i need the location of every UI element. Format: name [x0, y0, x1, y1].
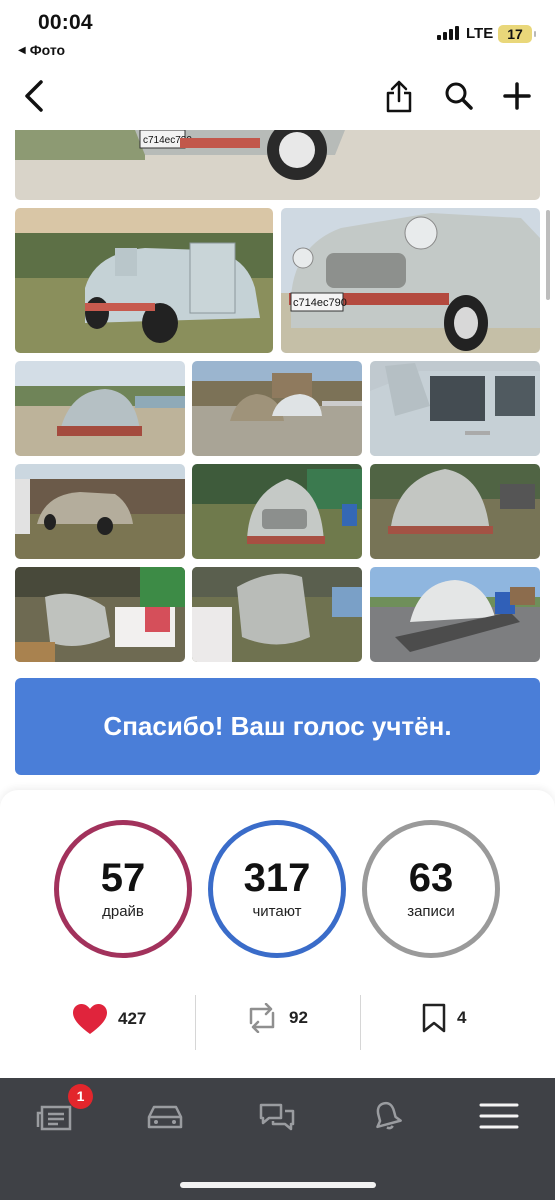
repost-count: 92: [289, 1008, 308, 1027]
bell-icon: [376, 1101, 402, 1130]
chat-icon: [259, 1103, 295, 1131]
stat-drive-value: 57: [100, 856, 146, 900]
status-bar: 00:04 ◀ Фото LTE 17: [0, 0, 555, 64]
divider: [360, 995, 361, 1050]
nav-bar: [0, 64, 555, 130]
share-icon: [386, 80, 412, 113]
stat-readers[interactable]: 317 читают: [208, 820, 346, 958]
photo-car-rear-lake[interactable]: [15, 361, 185, 456]
actions-row: 427 92 4: [0, 995, 555, 1050]
photo-car-front-partial[interactable]: с714ес790: [15, 130, 540, 200]
signal-icon: [437, 26, 459, 40]
photo-car-open-hood[interactable]: [370, 361, 540, 456]
notification-badge: 1: [68, 1084, 93, 1109]
search-icon: [445, 82, 473, 110]
tab-notifications[interactable]: [357, 1096, 417, 1136]
back-to-app-link[interactable]: ◀ Фото: [18, 42, 65, 58]
scrollbar[interactable]: [546, 210, 550, 300]
network-type: LTE: [466, 25, 494, 42]
photo-car-old-yard[interactable]: [15, 464, 185, 559]
home-indicator[interactable]: [180, 1182, 376, 1188]
add-button[interactable]: [497, 76, 537, 116]
photo-car-tow-truck[interactable]: [370, 567, 540, 662]
repost-button[interactable]: 92: [245, 1003, 308, 1033]
battery-indicator: 17: [498, 25, 536, 43]
back-app-label: Фото: [29, 42, 66, 58]
photo-car-front-close[interactable]: с714ес790: [281, 208, 540, 353]
like-count: 427: [118, 1009, 147, 1028]
like-button[interactable]: 427: [72, 1003, 146, 1035]
bookmark-icon: [422, 1003, 446, 1033]
photo-car-body-front[interactable]: [192, 567, 362, 662]
bookmark-button[interactable]: 4: [421, 1003, 466, 1033]
plus-icon: [503, 82, 531, 110]
feed-icon: [36, 1105, 72, 1131]
vote-confirmation-banner: Спасибо! Ваш голос учтён.: [15, 678, 540, 775]
car-icon: [147, 1105, 183, 1129]
photo-two-cars[interactable]: [192, 361, 362, 456]
stat-posts[interactable]: 63 записи: [362, 820, 500, 958]
stat-drive[interactable]: 57 драйв: [54, 820, 192, 958]
photo-car-doors-open[interactable]: [15, 208, 273, 353]
plate-text: с714ес790: [293, 297, 347, 309]
back-triangle-icon: ◀: [18, 44, 26, 56]
back-button[interactable]: [14, 76, 54, 116]
stat-readers-label: читают: [252, 903, 302, 920]
photo-car-front-grass[interactable]: [192, 464, 362, 559]
tab-menu[interactable]: [469, 1096, 529, 1136]
status-time: 00:04: [38, 11, 93, 34]
share-button[interactable]: [379, 76, 419, 116]
tab-messages[interactable]: [247, 1096, 307, 1136]
stat-readers-value: 317: [243, 856, 311, 900]
bookmark-count: 4: [457, 1008, 467, 1027]
photo-car-on-side[interactable]: [15, 567, 185, 662]
menu-icon: [479, 1103, 519, 1129]
search-button[interactable]: [439, 76, 479, 116]
divider: [195, 995, 196, 1050]
stat-posts-value: 63: [408, 856, 454, 900]
photo-car-rear-yard[interactable]: [370, 464, 540, 559]
repost-icon: [249, 1003, 275, 1033]
stat-drive-label: драйв: [102, 903, 144, 920]
tab-garage[interactable]: [135, 1096, 195, 1136]
stats-card: 57 драйв 317 читают 63 записи 427 92 4: [0, 790, 555, 1080]
chevron-left-icon: [25, 80, 43, 112]
heart-icon: [73, 1004, 107, 1034]
stat-posts-label: записи: [407, 903, 455, 920]
